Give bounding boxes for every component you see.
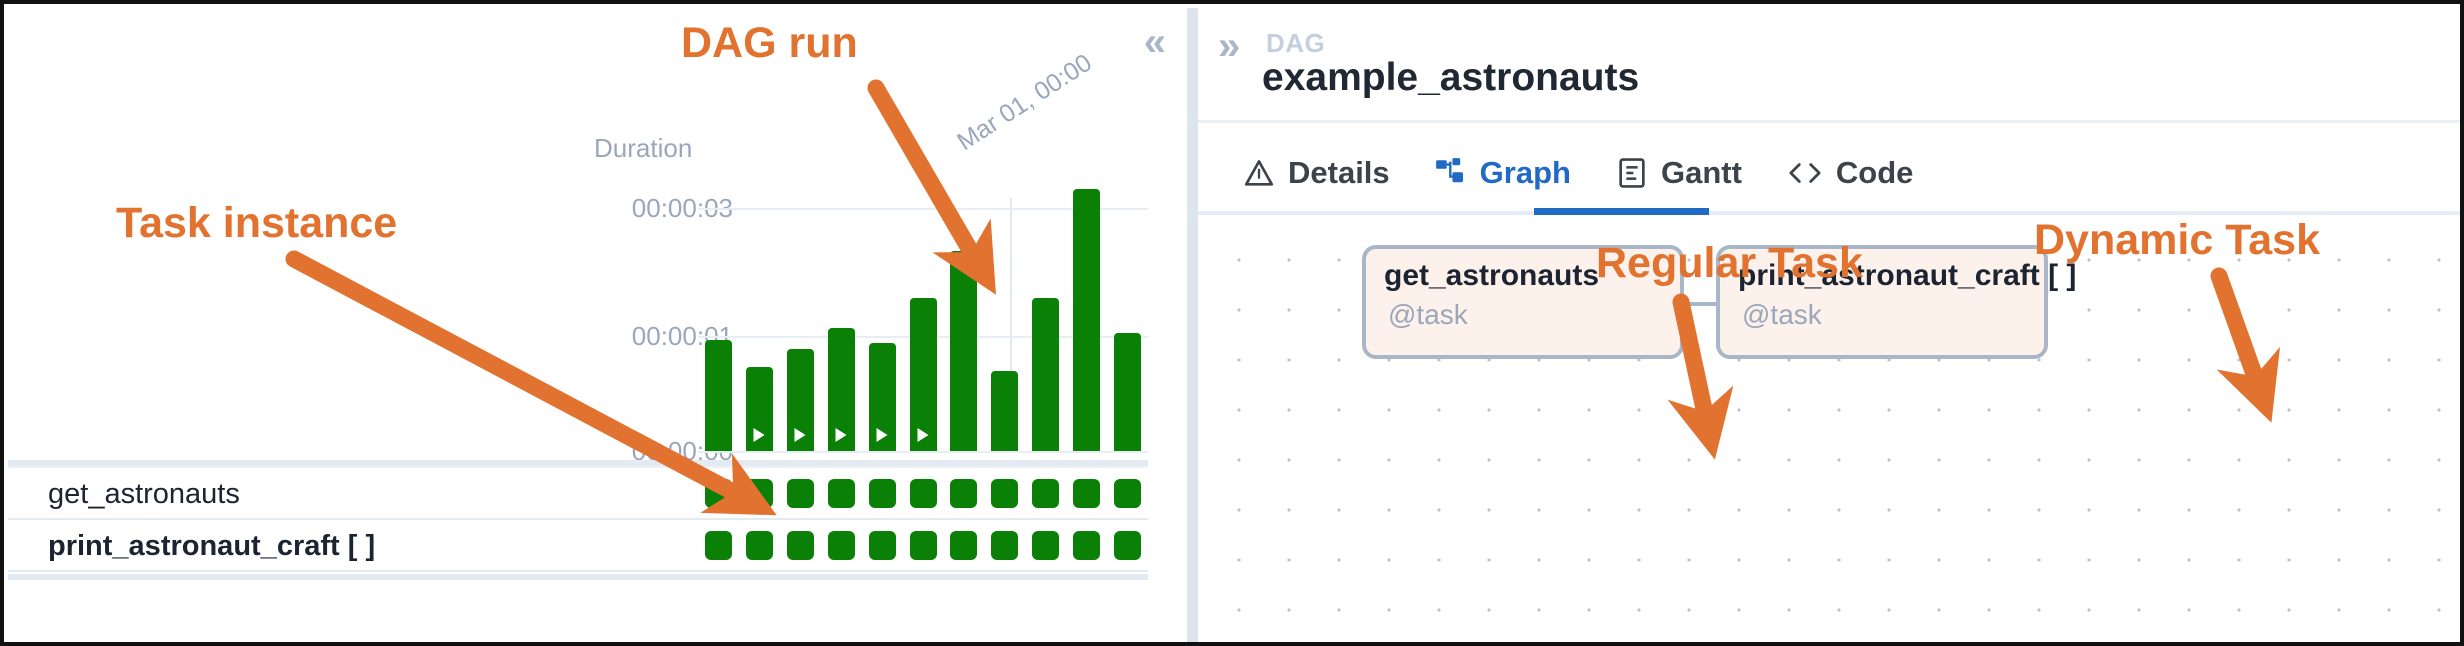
play-triangle-icon <box>876 428 888 442</box>
duration-bar[interactable] <box>950 251 978 451</box>
graph-node-subtitle: @task <box>1742 299 1822 330</box>
task-instance-square[interactable] <box>868 531 896 560</box>
divider <box>1198 120 2460 123</box>
divider <box>8 570 1148 572</box>
task-instance-square[interactable] <box>1114 479 1142 508</box>
tab-label: Gantt <box>1660 155 1742 190</box>
tab-label: Details <box>1288 155 1390 190</box>
tab-gantt[interactable]: Gantt <box>1615 134 1742 212</box>
duration-bar[interactable] <box>1114 332 1142 451</box>
task-instance-square[interactable] <box>909 479 937 508</box>
duration-bar[interactable] <box>991 371 1019 451</box>
grid-task-row[interactable]: get_astronauts <box>8 468 1148 520</box>
task-instance-square[interactable] <box>827 479 855 508</box>
chart-gridline <box>698 451 1148 453</box>
task-instance-square[interactable] <box>991 479 1019 508</box>
task-instance-square[interactable] <box>827 531 855 560</box>
graph-nodes-icon <box>1434 156 1468 190</box>
tab-bar: Details Graph Gantt Code <box>1242 134 1913 212</box>
tab-details[interactable]: Details <box>1242 134 1390 212</box>
task-instance-square[interactable] <box>950 479 978 508</box>
divider <box>8 574 1148 580</box>
duration-bar[interactable] <box>1032 298 1060 451</box>
page-title: example_astronauts <box>1262 56 1640 99</box>
duration-bar[interactable] <box>786 348 814 451</box>
grid-task-name: print_astronaut_craft [ ] <box>48 530 376 562</box>
task-instance-square[interactable] <box>745 479 773 508</box>
triangle-alert-icon <box>1242 156 1276 190</box>
task-instance-squares <box>698 528 1148 564</box>
play-triangle-icon <box>794 428 806 442</box>
task-instance-square[interactable] <box>1073 531 1101 560</box>
duration-bar[interactable] <box>868 342 896 451</box>
annotation-label-task-instance: Task instance <box>116 199 398 247</box>
duration-bar[interactable] <box>704 340 732 451</box>
x-axis-tick-label: Mar 01, 00:00 <box>952 48 1097 157</box>
screenshot-root: « Duration 00:00:03 00:00:01 00:00:00 Ma… <box>0 0 2464 646</box>
expand-right-panel-button[interactable]: » <box>1218 26 1240 66</box>
annotation-label-dag-run: DAG run <box>681 19 858 67</box>
tab-code[interactable]: Code <box>1786 134 1914 212</box>
active-tab-indicator <box>1534 208 1709 215</box>
task-instance-square[interactable] <box>1073 479 1101 508</box>
task-instance-square[interactable] <box>1032 531 1060 560</box>
play-triangle-icon <box>753 428 765 442</box>
task-instance-square[interactable] <box>950 531 978 560</box>
document-lines-icon <box>1615 156 1649 190</box>
task-instance-square[interactable] <box>745 531 773 560</box>
task-instance-square[interactable] <box>704 479 732 508</box>
panel-resize-handle[interactable] <box>1187 8 1198 642</box>
duration-bar-chart <box>698 158 1148 451</box>
duration-bar[interactable] <box>909 298 937 451</box>
duration-axis-title: Duration <box>594 133 693 163</box>
graph-node-title: get_astronauts <box>1384 259 1600 292</box>
tab-graph[interactable]: Graph <box>1434 134 1571 212</box>
tab-label: Graph <box>1479 155 1571 190</box>
code-brackets-icon <box>1786 156 1824 190</box>
grid-task-row[interactable]: print_astronaut_craft [ ] <box>8 520 1148 572</box>
annotation-label-regular-task: Regular Task <box>1596 239 1863 287</box>
grid-task-name: get_astronauts <box>48 478 240 510</box>
task-instance-square[interactable] <box>909 531 937 560</box>
duration-bar[interactable] <box>745 366 773 451</box>
duration-bar[interactable] <box>1073 189 1101 451</box>
duration-bar[interactable] <box>827 328 855 451</box>
task-instance-square[interactable] <box>786 531 814 560</box>
task-instance-square[interactable] <box>704 531 732 560</box>
collapse-left-panel-button[interactable]: « <box>1144 22 1166 62</box>
task-instance-square[interactable] <box>991 531 1019 560</box>
dag-detail-panel: » DAG example_astronauts Details Graph G… <box>1198 8 2460 642</box>
task-instance-squares <box>698 476 1148 512</box>
breadcrumb: DAG <box>1266 28 1326 58</box>
tab-label: Code <box>1835 155 1914 190</box>
task-instance-square[interactable] <box>786 479 814 508</box>
task-instance-square[interactable] <box>868 479 896 508</box>
task-instance-square[interactable] <box>1114 531 1142 560</box>
play-triangle-icon <box>835 428 847 442</box>
grid-view-panel: « Duration 00:00:03 00:00:01 00:00:00 Ma… <box>8 8 1187 642</box>
graph-node-subtitle: @task <box>1388 299 1468 330</box>
graph-edge <box>1684 302 1716 306</box>
annotation-label-dynamic-task: Dynamic Task <box>2034 216 2321 264</box>
play-triangle-icon <box>917 428 929 442</box>
task-instance-square[interactable] <box>1032 479 1060 508</box>
